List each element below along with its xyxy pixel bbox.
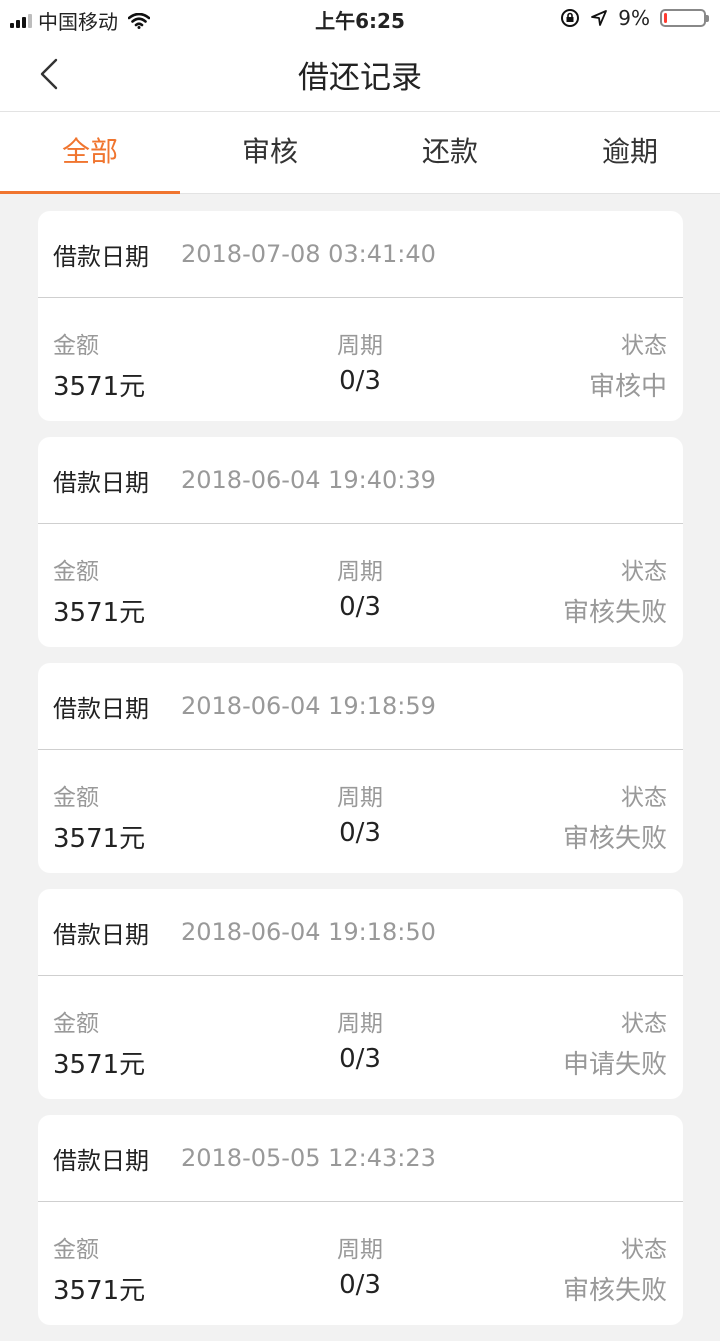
period-value: 0/3 [339, 592, 381, 622]
battery-percent: 9% [618, 6, 650, 30]
amount-label: 金额 [53, 559, 99, 585]
status-value: 申请失败 [562, 1050, 667, 1080]
record-card[interactable]: 借款日期 2018-06-04 19:18:50 金额 3571元 周期 0/3… [38, 889, 683, 1099]
record-body: 金额 3571元 周期 0/3 状态 审核失败 [38, 524, 683, 646]
loan-date-label: 借款日期 [53, 920, 149, 949]
amount-value: 3571元 [53, 824, 146, 854]
loan-date-value: 2018-06-04 19:18:50 [181, 918, 436, 946]
status-value: 审核失败 [562, 598, 667, 628]
status-label: 状态 [621, 1011, 667, 1037]
record-header: 借款日期 2018-06-04 19:40:39 [38, 437, 683, 524]
status-bar: 中国移动 上午6:25 9% [0, 0, 720, 36]
period-value: 0/3 [339, 818, 381, 848]
amount-label: 金额 [53, 333, 99, 359]
tab-bar: 全部 审核 还款 逾期 [0, 112, 720, 194]
period-value: 0/3 [339, 1270, 381, 1300]
period-label: 周期 [337, 1011, 383, 1037]
amount-value: 3571元 [53, 372, 146, 402]
loan-date-value: 2018-06-04 19:18:59 [181, 692, 436, 720]
loan-date-label: 借款日期 [53, 694, 149, 723]
loan-date-label: 借款日期 [53, 468, 149, 497]
record-header: 借款日期 2018-06-04 19:18:59 [38, 663, 683, 750]
record-header: 借款日期 2018-07-08 03:41:40 [38, 211, 683, 298]
loan-date-label: 借款日期 [53, 242, 149, 271]
status-value: 审核失败 [562, 1276, 667, 1306]
status-label: 状态 [621, 1237, 667, 1263]
record-header: 借款日期 2018-05-05 12:43:23 [38, 1115, 683, 1202]
status-value: 审核失败 [562, 824, 667, 854]
period-label: 周期 [337, 1237, 383, 1263]
period-label: 周期 [337, 333, 383, 359]
loan-date-label: 借款日期 [53, 1146, 149, 1175]
nav-bar: 借还记录 [0, 36, 720, 112]
record-card[interactable]: 借款日期 2018-05-05 12:43:23 金额 3571元 周期 0/3… [38, 1115, 683, 1325]
amount-label: 金额 [53, 785, 99, 811]
amount-value: 3571元 [53, 598, 146, 628]
record-header: 借款日期 2018-06-04 19:18:50 [38, 889, 683, 976]
record-body: 金额 3571元 周期 0/3 状态 审核失败 [38, 750, 683, 872]
tab-review[interactable]: 审核 [180, 112, 360, 193]
record-body: 金额 3571元 周期 0/3 状态 申请失败 [38, 976, 683, 1098]
tab-overdue[interactable]: 逾期 [540, 112, 720, 193]
battery-icon [660, 9, 709, 27]
period-value: 0/3 [339, 366, 381, 396]
record-body: 金额 3571元 周期 0/3 状态 审核失败 [38, 1202, 683, 1324]
period-label: 周期 [337, 559, 383, 585]
records-list: 借款日期 2018-07-08 03:41:40 金额 3571元 周期 0/3… [38, 211, 683, 1341]
orientation-lock-icon [561, 9, 580, 27]
status-label: 状态 [621, 559, 667, 585]
record-card[interactable]: 借款日期 2018-06-04 19:18:59 金额 3571元 周期 0/3… [38, 663, 683, 873]
record-card[interactable]: 借款日期 2018-06-04 19:40:39 金额 3571元 周期 0/3… [38, 437, 683, 647]
amount-label: 金额 [53, 1237, 99, 1263]
period-label: 周期 [337, 785, 383, 811]
tab-repayment[interactable]: 还款 [360, 112, 540, 193]
loan-date-value: 2018-05-05 12:43:23 [181, 1144, 436, 1172]
record-body: 金额 3571元 周期 0/3 状态 审核中 [38, 298, 683, 420]
status-label: 状态 [621, 785, 667, 811]
record-card[interactable]: 借款日期 2018-07-08 03:41:40 金额 3571元 周期 0/3… [38, 211, 683, 421]
loan-date-value: 2018-06-04 19:40:39 [181, 466, 436, 494]
period-value: 0/3 [339, 1044, 381, 1074]
amount-value: 3571元 [53, 1050, 146, 1080]
status-value: 审核中 [588, 372, 667, 402]
battery-level [664, 13, 667, 23]
amount-value: 3571元 [53, 1276, 146, 1306]
loan-date-value: 2018-07-08 03:41:40 [181, 240, 436, 268]
tab-all[interactable]: 全部 [0, 112, 180, 194]
location-arrow-icon [591, 10, 608, 26]
status-label: 状态 [621, 333, 667, 359]
page-title: 借还记录 [298, 60, 422, 96]
amount-label: 金额 [53, 1011, 99, 1037]
status-right: 9% [560, 6, 709, 30]
